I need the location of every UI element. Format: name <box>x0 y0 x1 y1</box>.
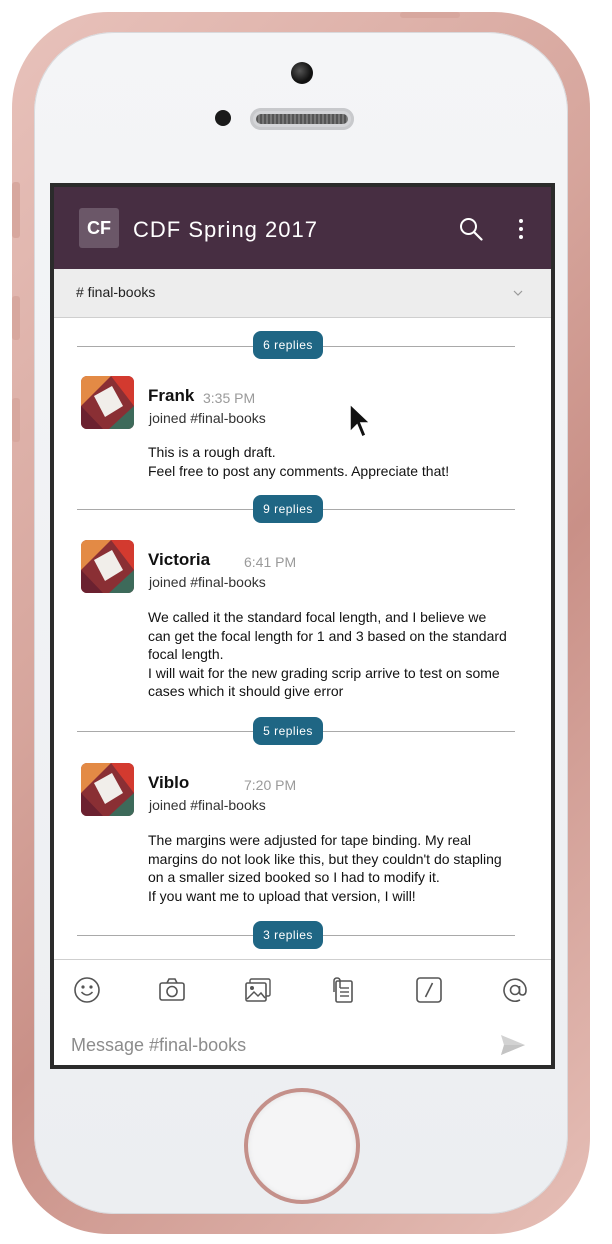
message-line: focal length. <box>148 646 224 662</box>
camera-icon[interactable] <box>158 976 186 1004</box>
gallery-icon[interactable] <box>244 976 272 1004</box>
composer-toolbar <box>54 959 551 1022</box>
home-button[interactable] <box>248 1092 356 1200</box>
file-icon[interactable] <box>329 976 357 1004</box>
channel-selector[interactable]: # final-books <box>54 269 551 318</box>
message-time: 6:41 PM <box>244 554 297 570</box>
avatar[interactable] <box>81 540 134 593</box>
message-line: We called it the standard focal length, … <box>148 609 487 625</box>
more-options-icon[interactable] <box>516 217 526 241</box>
author-name[interactable]: Viblo <box>148 773 189 793</box>
replies-button[interactable]: 5 replies <box>253 717 323 745</box>
message-line: margins do not look like this, but they … <box>148 850 502 867</box>
joined-notice: joined #final-books <box>149 574 266 590</box>
mute-switch <box>12 182 20 238</box>
message-body: We called it the standard focal length, … <box>148 608 528 701</box>
message-body: The margins were adjusted for tape bindi… <box>148 831 528 905</box>
message-time: 7:20 PM <box>244 777 297 793</box>
send-icon[interactable] <box>499 1033 527 1057</box>
replies-button[interactable]: 6 replies <box>253 331 323 359</box>
author-name[interactable]: Victoria <box>148 550 210 570</box>
message-input[interactable]: Message #final-books <box>71 1035 246 1056</box>
channel-name: # final-books <box>76 284 156 300</box>
volume-down-button <box>12 398 20 442</box>
slash-command-icon[interactable] <box>415 976 443 1004</box>
workspace-title[interactable]: CDF Spring 2017 <box>133 217 318 243</box>
avatar[interactable] <box>81 763 134 816</box>
slack-app: CF CDF Spring 2017 # final-books 6 repli… <box>54 187 551 1065</box>
avatar[interactable] <box>81 376 134 429</box>
screen-bezel: CF CDF Spring 2017 # final-books 6 repli… <box>50 183 555 1069</box>
message-line: Feel free to post any comments. Apprecia… <box>148 462 450 479</box>
volume-up-button <box>12 296 20 340</box>
power-button <box>400 12 460 18</box>
joined-notice: joined #final-books <box>149 797 266 813</box>
replies-button[interactable]: 3 replies <box>253 921 323 949</box>
message-feed[interactable]: 6 replies Frank 3:35 PM joined #final-bo… <box>54 318 551 959</box>
joined-notice: joined #final-books <box>149 410 266 426</box>
replies-button[interactable]: 9 replies <box>253 495 323 523</box>
message-line: cases which it should give error <box>148 683 344 699</box>
message-line: I will wait for the new grading scrip ar… <box>148 664 500 681</box>
message-body: This is a rough draft. Feel free to post… <box>148 443 528 480</box>
proximity-sensor <box>215 110 231 126</box>
front-camera <box>291 62 313 84</box>
message-line: If you want me to upload that version, I… <box>148 887 416 904</box>
message-composer[interactable]: Message #final-books <box>54 1021 551 1065</box>
app-header: CF CDF Spring 2017 <box>54 187 551 269</box>
earpiece-speaker <box>250 108 354 130</box>
mouse-cursor-icon <box>349 402 372 439</box>
message-line: The margins were adjusted for tape bindi… <box>148 832 471 848</box>
chevron-down-icon[interactable] <box>512 287 524 299</box>
workspace-badge[interactable]: CF <box>79 208 119 248</box>
author-name[interactable]: Frank <box>148 386 194 406</box>
search-icon[interactable] <box>459 217 483 241</box>
mention-icon[interactable] <box>501 976 529 1004</box>
emoji-icon[interactable] <box>73 976 101 1004</box>
message-line: can get the focal length for 1 and 3 bas… <box>148 627 507 644</box>
message-time: 3:35 PM <box>203 390 256 406</box>
message-line: This is a rough draft. <box>148 444 276 460</box>
message-line: on a smaller sized booked so I had to mo… <box>148 869 440 885</box>
